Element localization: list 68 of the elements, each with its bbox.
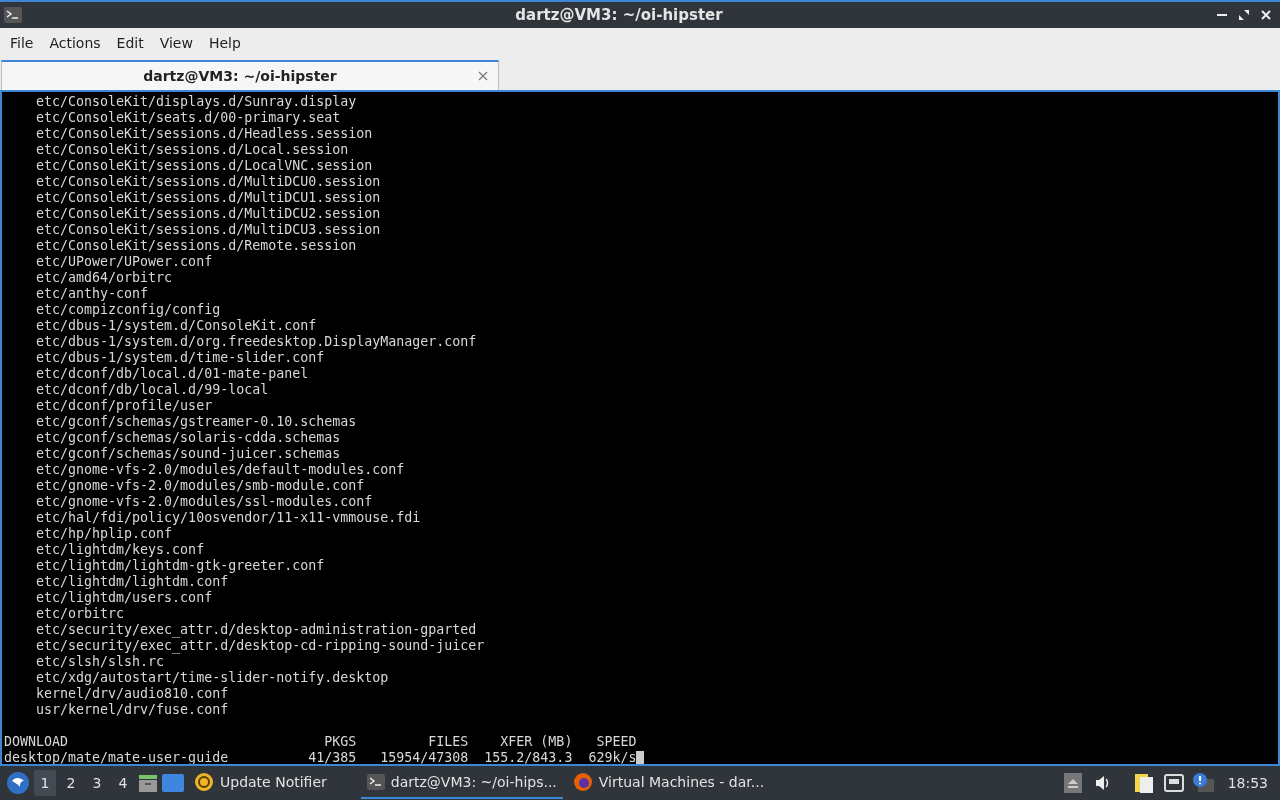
- terminal-line: etc/lightdm/lightdm-gtk-greeter.conf: [35, 558, 325, 574]
- browser-icon: [572, 772, 593, 792]
- terminal-line: etc/lightdm/users.conf: [35, 590, 213, 606]
- menu-item[interactable]: Edit: [108, 35, 152, 51]
- window-title: dartz@VM3: ~/oi-hipster: [514, 6, 724, 24]
- terminal-icon: [366, 774, 385, 790]
- terminal-line: etc/lightdm/lightdm.conf: [35, 574, 229, 590]
- terminal-line: kernel/drv/audio810.conf: [35, 686, 229, 702]
- terminal-line: etc/ConsoleKit/displays.d/Sunray.display: [35, 94, 357, 110]
- terminal-icon: [4, 7, 22, 23]
- terminal-line: etc/gconf/schemas/gstreamer-0.10.schemas: [35, 414, 357, 430]
- terminal-line: desktop/mate/mate-user-guide 41/385 15954/47308 155.2/843.3 629k/s: [4, 750, 637, 764]
- terminal-line: usr/kernel/drv/fuse.conf: [35, 702, 229, 718]
- clock: 18:53: [1227, 775, 1268, 791]
- terminal-line: etc/dbus-1/system.d/ConsoleKit.conf: [35, 318, 317, 334]
- update-icon: [194, 772, 214, 792]
- notification-icon[interactable]: [1191, 773, 1214, 793]
- terminal-tab[interactable]: dartz@VM3: ~/oi-hipster: [1, 60, 499, 90]
- terminal-line: etc/ConsoleKit/sessions.d/Remote.session: [35, 238, 357, 254]
- terminal-line: etc/hal/fdi/policy/10osvendor/11-x11-vmmouse.fdi: [35, 510, 421, 526]
- file-cabinet-icon[interactable]: [138, 773, 158, 793]
- text-cursor: [636, 751, 645, 764]
- taskbar-task[interactable]: Virtual Machines - dar...: [566, 767, 771, 799]
- terminal-line: etc/gnome-vfs-2.0/modules/default-modules.conf: [35, 462, 405, 478]
- workspace-button[interactable]: 4: [112, 770, 134, 796]
- terminal-line: etc/ConsoleKit/sessions.d/Local.session: [35, 142, 349, 158]
- terminal-line: etc/ConsoleKit/sessions.d/MultiDCU0.session: [35, 174, 381, 190]
- menu-item[interactable]: Actions: [41, 35, 109, 51]
- terminal-line: etc/hp/hplip.conf: [35, 526, 173, 542]
- terminal-line: etc/ConsoleKit/sessions.d/MultiDCU1.session: [35, 190, 381, 206]
- clipboard-icon[interactable]: [1133, 772, 1154, 794]
- terminal-line: etc/gconf/schemas/solaris-cdda.schemas: [35, 430, 341, 446]
- eject-icon[interactable]: [1063, 773, 1082, 793]
- terminal-line: etc/dbus-1/system.d/org.freedesktop.DisplayManager.conf: [35, 334, 477, 350]
- terminal-line: etc/ConsoleKit/sessions.d/LocalVNC.session: [35, 158, 373, 174]
- terminal-line: etc/dconf/db/local.d/99-local: [35, 382, 269, 398]
- terminal-line: etc/dconf/db/local.d/01-mate-panel: [35, 366, 309, 382]
- workspace-button[interactable]: 1: [34, 770, 56, 796]
- terminal-line: DOWNLOAD PKGS FILES XFER (MB) SPEED: [4, 734, 637, 750]
- menu-item[interactable]: Help: [200, 35, 249, 51]
- network-icon[interactable]: [1163, 774, 1184, 792]
- terminal-line: etc/UPower/UPower.conf: [35, 254, 213, 270]
- taskbar-task[interactable]: Update Notifier: [188, 767, 333, 799]
- terminal-line: etc/ConsoleKit/seats.d/00-primary.seat: [35, 110, 341, 126]
- terminal-line: etc/ConsoleKit/sessions.d/MultiDCU3.session: [35, 222, 381, 238]
- terminal-line: etc/anthy-conf: [35, 286, 149, 302]
- terminal-line: etc/orbitrc: [35, 606, 125, 622]
- terminal-line: etc/lightdm/keys.conf: [35, 542, 205, 558]
- terminal-line: etc/gconf/schemas/sound-juicer.schemas: [35, 446, 341, 462]
- workspace-button[interactable]: 2: [60, 770, 82, 796]
- workspace-button[interactable]: 3: [86, 770, 108, 796]
- menu-item[interactable]: View: [151, 35, 201, 51]
- terminal-line: etc/compizconfig/config: [35, 302, 221, 318]
- terminal-line: etc/amd64/orbitrc: [35, 270, 173, 286]
- taskbar-task[interactable]: dartz@VM3: ~/oi-hips...: [360, 767, 563, 799]
- terminal-line: etc/gnome-vfs-2.0/modules/smb-module.conf: [35, 478, 365, 494]
- terminal-line: etc/security/exec_attr.d/desktop-cd-ripping-sound-juicer: [35, 638, 485, 654]
- maximize-icon[interactable]: [1238, 9, 1250, 21]
- terminal-line: etc/slsh/slsh.rc: [35, 654, 165, 670]
- menu-item[interactable]: File: [2, 35, 42, 51]
- terminal-line: etc/xdg/autostart/time-slider-notify.desktop: [35, 670, 389, 686]
- start-menu-icon[interactable]: [6, 771, 30, 795]
- terminal-line: etc/gnome-vfs-2.0/modules/ssl-modules.conf: [35, 494, 373, 510]
- terminal-line: etc/dbus-1/system.d/time-slider.conf: [35, 350, 325, 366]
- terminal-line: etc/security/exec_attr.d/desktop-administration-gparted: [35, 622, 477, 638]
- terminal-line: etc/dconf/profile/user: [35, 398, 213, 414]
- terminal-line: etc/ConsoleKit/sessions.d/MultiDCU2.session: [35, 206, 381, 222]
- terminal-line: etc/ConsoleKit/sessions.d/Headless.session: [35, 126, 373, 142]
